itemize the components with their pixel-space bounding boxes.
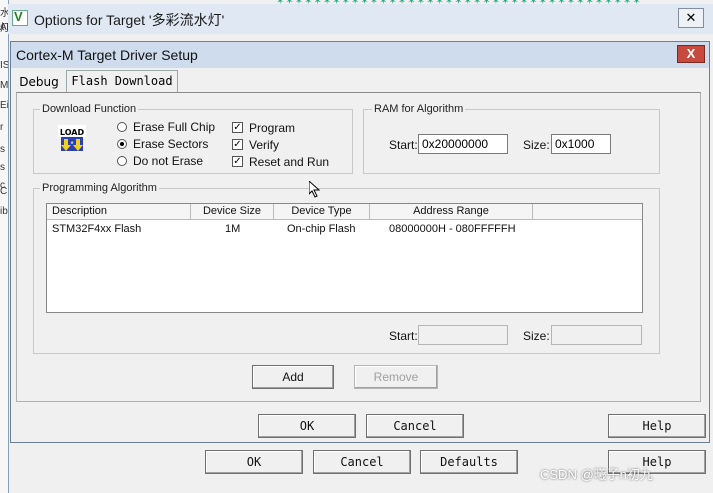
- erase-full-chip-label: Erase Full Chip: [133, 120, 216, 134]
- background-app-strip: 水灯 AI IS M Ei r s s c C ib: [0, 0, 8, 493]
- row-description: STM32F4xx Flash: [52, 223, 142, 235]
- outer-cancel-button[interactable]: Cancel: [313, 450, 411, 474]
- background-decoration: ✶✶✶✶✶✶✶✶✶✶✶✶✶✶✶✶✶✶✶✶✶✶✶✶✶✶✶✶✶✶✶✶✶✶✶✶✶✶✶: [276, 0, 642, 7]
- watermark: CSDN @曦子n初九: [540, 467, 653, 482]
- erase-full-chip-radio[interactable]: [117, 122, 127, 132]
- ram-start-input[interactable]: 0x20000000: [418, 134, 508, 154]
- column-header-device-type[interactable]: Device Type: [274, 204, 370, 220]
- algo-start-input[interactable]: [418, 325, 508, 345]
- close-icon[interactable]: ✕: [678, 8, 704, 28]
- bg-text: Ei: [0, 100, 8, 111]
- program-label: Program: [249, 121, 296, 135]
- ok-button[interactable]: OK: [258, 414, 356, 438]
- load-icon-text: LOAD: [60, 128, 85, 137]
- outer-defaults-button[interactable]: Defaults: [420, 450, 518, 474]
- reset-and-run-checkbox[interactable]: ✓: [232, 156, 243, 167]
- row-device-type: On-chip Flash: [287, 223, 356, 235]
- bg-text: r: [0, 122, 4, 133]
- app-icon-letter: V: [14, 9, 23, 24]
- bg-text: s: [0, 144, 5, 155]
- ram-size-input[interactable]: 0x1000: [551, 134, 611, 154]
- do-not-erase-radio[interactable]: [117, 156, 127, 166]
- bg-text: M: [0, 80, 8, 91]
- bg-text: C: [0, 186, 8, 197]
- column-header-address-range[interactable]: Address Range: [370, 204, 533, 220]
- bg-text: IS: [0, 60, 8, 71]
- verify-checkbox[interactable]: ✓: [232, 139, 243, 150]
- tab-flash-download[interactable]: Flash Download: [66, 70, 178, 92]
- driver-setup-title: Cortex-M Target Driver Setup: [16, 47, 198, 63]
- keil-app-icon: V: [12, 9, 28, 26]
- cancel-button[interactable]: Cancel: [366, 414, 464, 438]
- row-address-range: 08000000H - 080FFFFFH: [389, 223, 516, 235]
- algo-size-input[interactable]: [551, 325, 642, 345]
- svg-text:*: *: [70, 140, 73, 149]
- load-icon: LOAD *: [58, 125, 86, 155]
- ram-size-label: Size:: [523, 138, 550, 152]
- bg-text: s: [0, 162, 5, 173]
- options-window-title: Options for Target '多彩流水灯': [34, 12, 225, 28]
- add-button[interactable]: Add: [252, 365, 334, 389]
- erase-sectors-label: Erase Sectors: [133, 137, 209, 151]
- tab-debug[interactable]: Debug: [16, 72, 62, 92]
- ram-for-algorithm-label: RAM for Algorithm: [372, 103, 466, 115]
- verify-label: Verify: [249, 138, 280, 152]
- ram-start-label: Start:: [389, 138, 418, 152]
- programming-algorithm-label: Programming Algorithm: [40, 182, 159, 194]
- outer-ok-button[interactable]: OK: [205, 450, 303, 474]
- download-function-label: Download Function: [40, 103, 139, 115]
- help-button[interactable]: Help: [608, 414, 706, 438]
- algo-size-label: Size:: [523, 329, 550, 343]
- column-header-description[interactable]: Description: [47, 204, 191, 220]
- row-device-size: 1M: [225, 223, 241, 235]
- algo-start-label: Start:: [389, 329, 418, 343]
- close-icon[interactable]: X: [677, 45, 705, 63]
- do-not-erase-label: Do not Erase: [133, 154, 204, 168]
- bg-text: AI: [0, 22, 8, 33]
- column-header-device-size[interactable]: Device Size: [191, 204, 274, 220]
- mouse-cursor-icon: [308, 179, 321, 201]
- column-header-filler: [533, 204, 642, 220]
- erase-sectors-radio[interactable]: [117, 139, 127, 149]
- remove-button[interactable]: Remove: [354, 365, 438, 389]
- bg-text: ib: [0, 206, 8, 217]
- program-checkbox[interactable]: ✓: [232, 122, 243, 133]
- reset-and-run-label: Reset and Run: [249, 155, 330, 169]
